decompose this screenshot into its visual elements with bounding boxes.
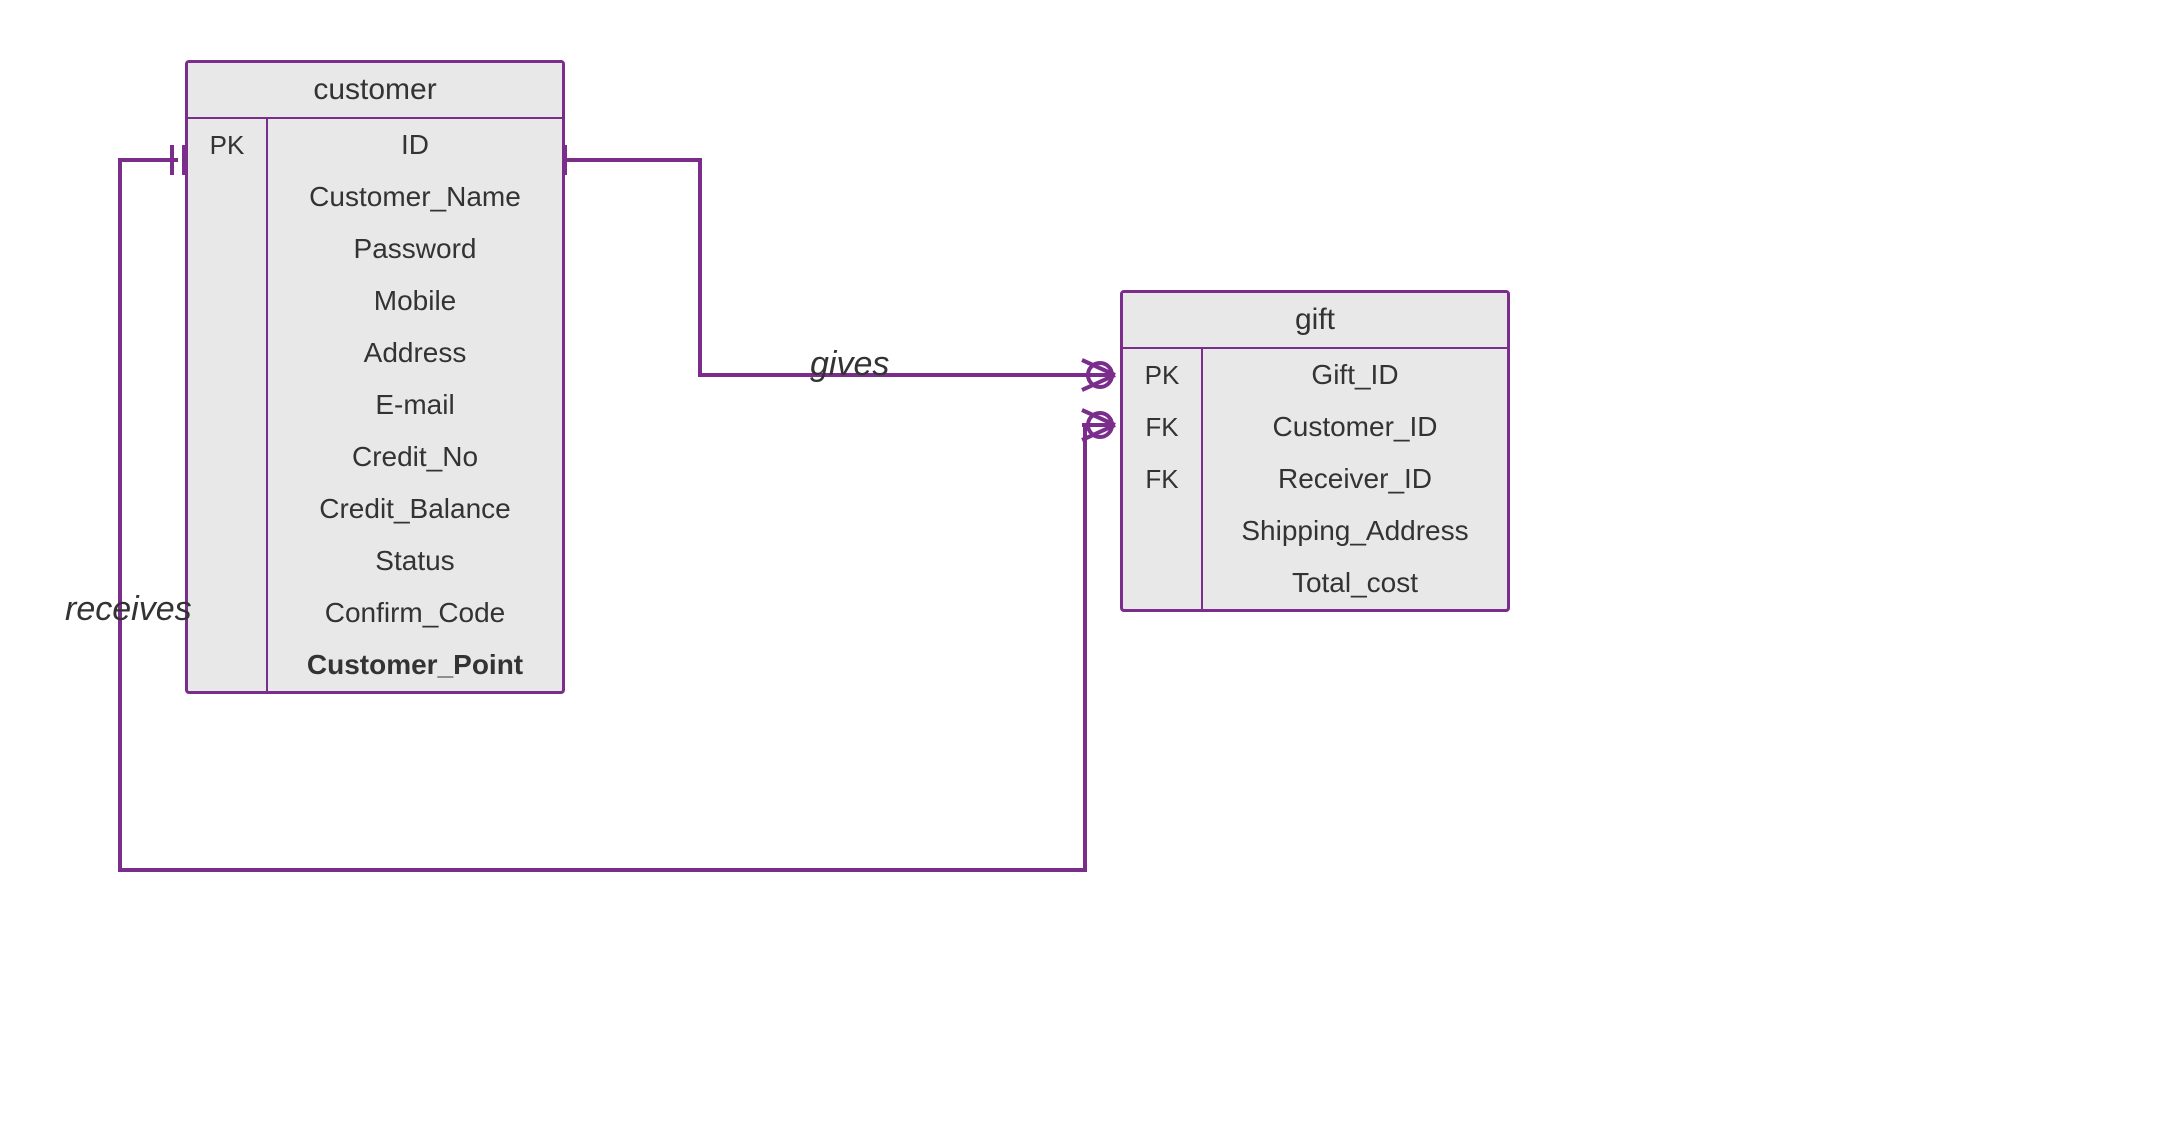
gift-field-total-cost: Total_cost — [1203, 557, 1507, 609]
pk-fk-cell-8 — [188, 483, 266, 535]
gift-entity-body: PK FK FK Gift_ID Customer_ID Receiver_ID… — [1123, 349, 1507, 609]
pk-fk-cell-6 — [188, 379, 266, 431]
customer-field-status: Status — [268, 535, 562, 587]
gift-field-customer-id: Customer_ID — [1203, 401, 1507, 453]
gift-entity-header: gift — [1123, 293, 1507, 349]
customer-pk-fk-col: PK — [188, 119, 268, 691]
gift-pk-fk-2: FK — [1123, 401, 1201, 453]
gift-field-col: Gift_ID Customer_ID Receiver_ID Shipping… — [1203, 349, 1507, 609]
pk-fk-cell-3 — [188, 223, 266, 275]
pk-fk-cell-id: PK — [188, 119, 266, 171]
gift-field-receiver-id: Receiver_ID — [1203, 453, 1507, 505]
gift-pk-fk-col: PK FK FK — [1123, 349, 1203, 609]
gift-field-id: Gift_ID — [1203, 349, 1507, 401]
pk-fk-cell-4 — [188, 275, 266, 327]
diagram-canvas: customer PK ID Customer_Name Password M — [0, 0, 2171, 1139]
gift-pk-fk-4 — [1123, 505, 1201, 557]
customer-field-mobile: Mobile — [268, 275, 562, 327]
customer-field-col: ID Customer_Name Password Mobile Address… — [268, 119, 562, 691]
customer-entity-header: customer — [188, 63, 562, 119]
customer-entity: customer PK ID Customer_Name Password M — [185, 60, 565, 694]
customer-field-id: ID — [268, 119, 562, 171]
customer-field-address: Address — [268, 327, 562, 379]
pk-fk-cell-10 — [188, 587, 266, 639]
pk-fk-cell-5 — [188, 327, 266, 379]
customer-field-email: E-mail — [268, 379, 562, 431]
pk-fk-cell-9 — [188, 535, 266, 587]
customer-entity-body: PK ID Customer_Name Password Mobile Addr… — [188, 119, 562, 691]
gift-entity: gift PK FK FK Gift_ID Customer_ID Receiv… — [1120, 290, 1510, 612]
gift-pk-fk-3: FK — [1123, 453, 1201, 505]
customer-field-confirm-code: Confirm_Code — [268, 587, 562, 639]
pk-fk-cell-2 — [188, 171, 266, 223]
gift-pk-fk-5 — [1123, 557, 1201, 609]
gift-field-shipping: Shipping_Address — [1203, 505, 1507, 557]
gives-label: gives — [810, 345, 889, 384]
receives-label: receives — [65, 590, 192, 629]
customer-field-name: Customer_Name — [268, 171, 562, 223]
gift-pk-fk-1: PK — [1123, 349, 1201, 401]
pk-fk-cell-11 — [188, 639, 266, 691]
pk-fk-cell-7 — [188, 431, 266, 483]
customer-field-credit-balance: Credit_Balance — [268, 483, 562, 535]
customer-field-password: Password — [268, 223, 562, 275]
customer-field-credit-no: Credit_No — [268, 431, 562, 483]
customer-field-point: Customer_Point — [268, 639, 562, 691]
